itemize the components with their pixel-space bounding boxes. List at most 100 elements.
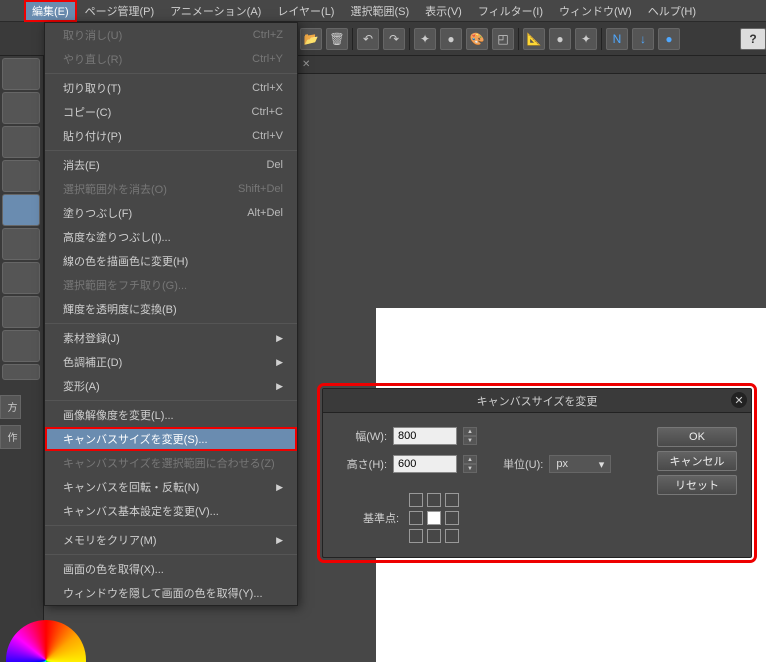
menu-item[interactable]: キャンバス基本設定を変更(V)... bbox=[45, 499, 297, 523]
menu-item-label: キャンバス基本設定を変更(V)... bbox=[63, 503, 219, 519]
menu-item[interactable]: 塗りつぶし(F) Alt+Del bbox=[45, 201, 297, 225]
menu-item[interactable]: 切り取り(T) Ctrl+X bbox=[45, 76, 297, 100]
anchor-ml[interactable] bbox=[409, 511, 423, 525]
menu-shortcut: Alt+Del bbox=[247, 207, 283, 219]
menu-item-label: キャンバスを回転・反転(N) bbox=[63, 479, 199, 495]
unit-select[interactable]: px▾ bbox=[549, 455, 611, 473]
chevron-down-icon: ▾ bbox=[599, 458, 605, 471]
anchor-tl[interactable] bbox=[409, 493, 423, 507]
unit-label: 単位(U): bbox=[503, 456, 543, 472]
snap-icon[interactable]: N bbox=[606, 28, 628, 50]
tool-9[interactable] bbox=[2, 330, 40, 362]
chevron-right-icon: ▶ bbox=[276, 333, 283, 344]
menu-view[interactable]: 表示(V) bbox=[417, 0, 470, 22]
menu-shortcut: Ctrl+X bbox=[252, 82, 283, 94]
menu-window[interactable]: ウィンドウ(W) bbox=[551, 0, 640, 22]
anchor-mc[interactable] bbox=[427, 511, 441, 525]
anchor-bc[interactable] bbox=[427, 529, 441, 543]
height-input[interactable] bbox=[393, 455, 457, 473]
menu-filter[interactable]: フィルター(I) bbox=[470, 0, 551, 22]
color-wheel[interactable] bbox=[6, 620, 86, 662]
reset-button[interactable]: リセット bbox=[657, 475, 737, 495]
tool-3[interactable] bbox=[2, 126, 40, 158]
angle-icon[interactable]: 📐 bbox=[523, 28, 545, 50]
tool-1[interactable] bbox=[2, 58, 40, 90]
form-column: 幅(W): ▲▼ 高さ(H): ▲▼ 単位(U): px▾ 基準点: bbox=[337, 427, 645, 543]
menu-item[interactable]: ウィンドウを隠して画面の色を取得(Y)... bbox=[45, 581, 297, 605]
menu-item[interactable]: 画面の色を取得(X)... bbox=[45, 557, 297, 581]
dialog-header[interactable]: キャンバスサイズを変更 ✕ bbox=[323, 389, 751, 413]
menu-item[interactable]: コピー(C) Ctrl+C bbox=[45, 100, 297, 124]
menu-separator bbox=[45, 554, 297, 555]
snap3-icon[interactable]: ● bbox=[658, 28, 680, 50]
anchor-tr[interactable] bbox=[445, 493, 459, 507]
tab-close-icon[interactable]: ✕ bbox=[302, 59, 310, 70]
menu-item[interactable]: 貼り付け(P)Ctrl+V bbox=[45, 124, 297, 148]
anchor-br[interactable] bbox=[445, 529, 459, 543]
tool-4[interactable] bbox=[2, 160, 40, 192]
globe-icon[interactable]: ● bbox=[549, 28, 571, 50]
close-icon[interactable]: ✕ bbox=[731, 392, 747, 408]
menu-item[interactable]: 画像解像度を変更(L)... bbox=[45, 403, 297, 427]
menu-item[interactable]: メモリをクリア(M)▶ bbox=[45, 528, 297, 552]
tool-8[interactable] bbox=[2, 296, 40, 328]
menu-item-label: 選択範囲外を消去(O) bbox=[63, 181, 167, 197]
menu-item: 選択範囲をフチ取り(G)... bbox=[45, 273, 297, 297]
menu-item[interactable]: キャンバスサイズを変更(S)... bbox=[45, 427, 297, 451]
menu-item[interactable]: 消去(E)Del bbox=[45, 153, 297, 177]
star-icon[interactable]: ✦ bbox=[575, 28, 597, 50]
trash-icon[interactable]: 🗑 bbox=[326, 28, 348, 50]
menu-item[interactable]: 輝度を透明度に変換(B) bbox=[45, 297, 297, 321]
menu-shortcut: Ctrl+C bbox=[252, 106, 283, 118]
tool-6[interactable] bbox=[2, 228, 40, 260]
folder-open-icon[interactable]: 📂 bbox=[300, 28, 322, 50]
menu-item[interactable]: 素材登録(J)▶ bbox=[45, 326, 297, 350]
snap2-icon[interactable]: ↓ bbox=[632, 28, 654, 50]
tool-2[interactable] bbox=[2, 92, 40, 124]
help-icon[interactable]: ? bbox=[740, 28, 766, 50]
width-input[interactable] bbox=[393, 427, 457, 445]
anchor-mr[interactable] bbox=[445, 511, 459, 525]
menu-item[interactable]: 色調補正(D) ▶ bbox=[45, 350, 297, 374]
menu-item-label: コピー(C) bbox=[63, 104, 111, 120]
anchor-grid bbox=[409, 493, 459, 543]
side-tab-1[interactable]: 方 bbox=[0, 395, 21, 419]
menu-item-label: 選択範囲をフチ取り(G)... bbox=[63, 277, 187, 293]
tool-10[interactable] bbox=[2, 364, 40, 380]
menu-item: 選択範囲外を消去(O)Shift+Del bbox=[45, 177, 297, 201]
menu-item-label: キャンバスサイズを変更(S)... bbox=[63, 431, 208, 447]
chevron-right-icon: ▶ bbox=[276, 357, 283, 368]
palette-icon[interactable]: 🎨 bbox=[466, 28, 488, 50]
menu-animation[interactable]: アニメーション(A) bbox=[162, 0, 269, 22]
tool-5[interactable] bbox=[2, 194, 40, 226]
menu-help[interactable]: ヘルプ(H) bbox=[640, 0, 704, 22]
width-spinner[interactable]: ▲▼ bbox=[463, 427, 477, 445]
menu-shortcut: Ctrl+Y bbox=[252, 53, 283, 65]
height-spinner[interactable]: ▲▼ bbox=[463, 455, 477, 473]
menu-item-label: 色調補正(D) bbox=[63, 354, 122, 370]
undo-icon[interactable]: ↶ bbox=[357, 28, 379, 50]
menu-item-label: キャンバスサイズを選択範囲に合わせる(Z) bbox=[63, 455, 275, 471]
ok-button[interactable]: OK bbox=[657, 427, 737, 447]
menu-item[interactable]: 線の色を描画色に変更(H) bbox=[45, 249, 297, 273]
menu-item[interactable]: 変形(A)▶ bbox=[45, 374, 297, 398]
menu-item-label: 切り取り(T) bbox=[63, 80, 121, 96]
redo-icon[interactable]: ↷ bbox=[383, 28, 405, 50]
dialog-title: キャンバスサイズを変更 bbox=[477, 393, 598, 409]
menu-edit[interactable]: 編集(E) bbox=[24, 0, 77, 22]
menu-item[interactable]: 高度な塗りつぶし(I)... bbox=[45, 225, 297, 249]
menu-selection[interactable]: 選択範囲(S) bbox=[342, 0, 417, 22]
menu-item-label: 塗りつぶし(F) bbox=[63, 205, 132, 221]
menu-layer[interactable]: レイヤー(L) bbox=[269, 0, 342, 22]
anchor-bl[interactable] bbox=[409, 529, 423, 543]
tool-7[interactable] bbox=[2, 262, 40, 294]
cancel-button[interactable]: キャンセル bbox=[657, 451, 737, 471]
sparkle-icon[interactable]: ✦ bbox=[414, 28, 436, 50]
side-tab-2[interactable]: 作 bbox=[0, 425, 21, 449]
transform-icon[interactable]: ◰ bbox=[492, 28, 514, 50]
menu-page[interactable]: ページ管理(P) bbox=[77, 0, 162, 22]
menu-item: 取り消し(U)Ctrl+Z bbox=[45, 23, 297, 47]
menu-item[interactable]: キャンバスを回転・反転(N)▶ bbox=[45, 475, 297, 499]
circle-icon[interactable]: ● bbox=[440, 28, 462, 50]
anchor-tc[interactable] bbox=[427, 493, 441, 507]
